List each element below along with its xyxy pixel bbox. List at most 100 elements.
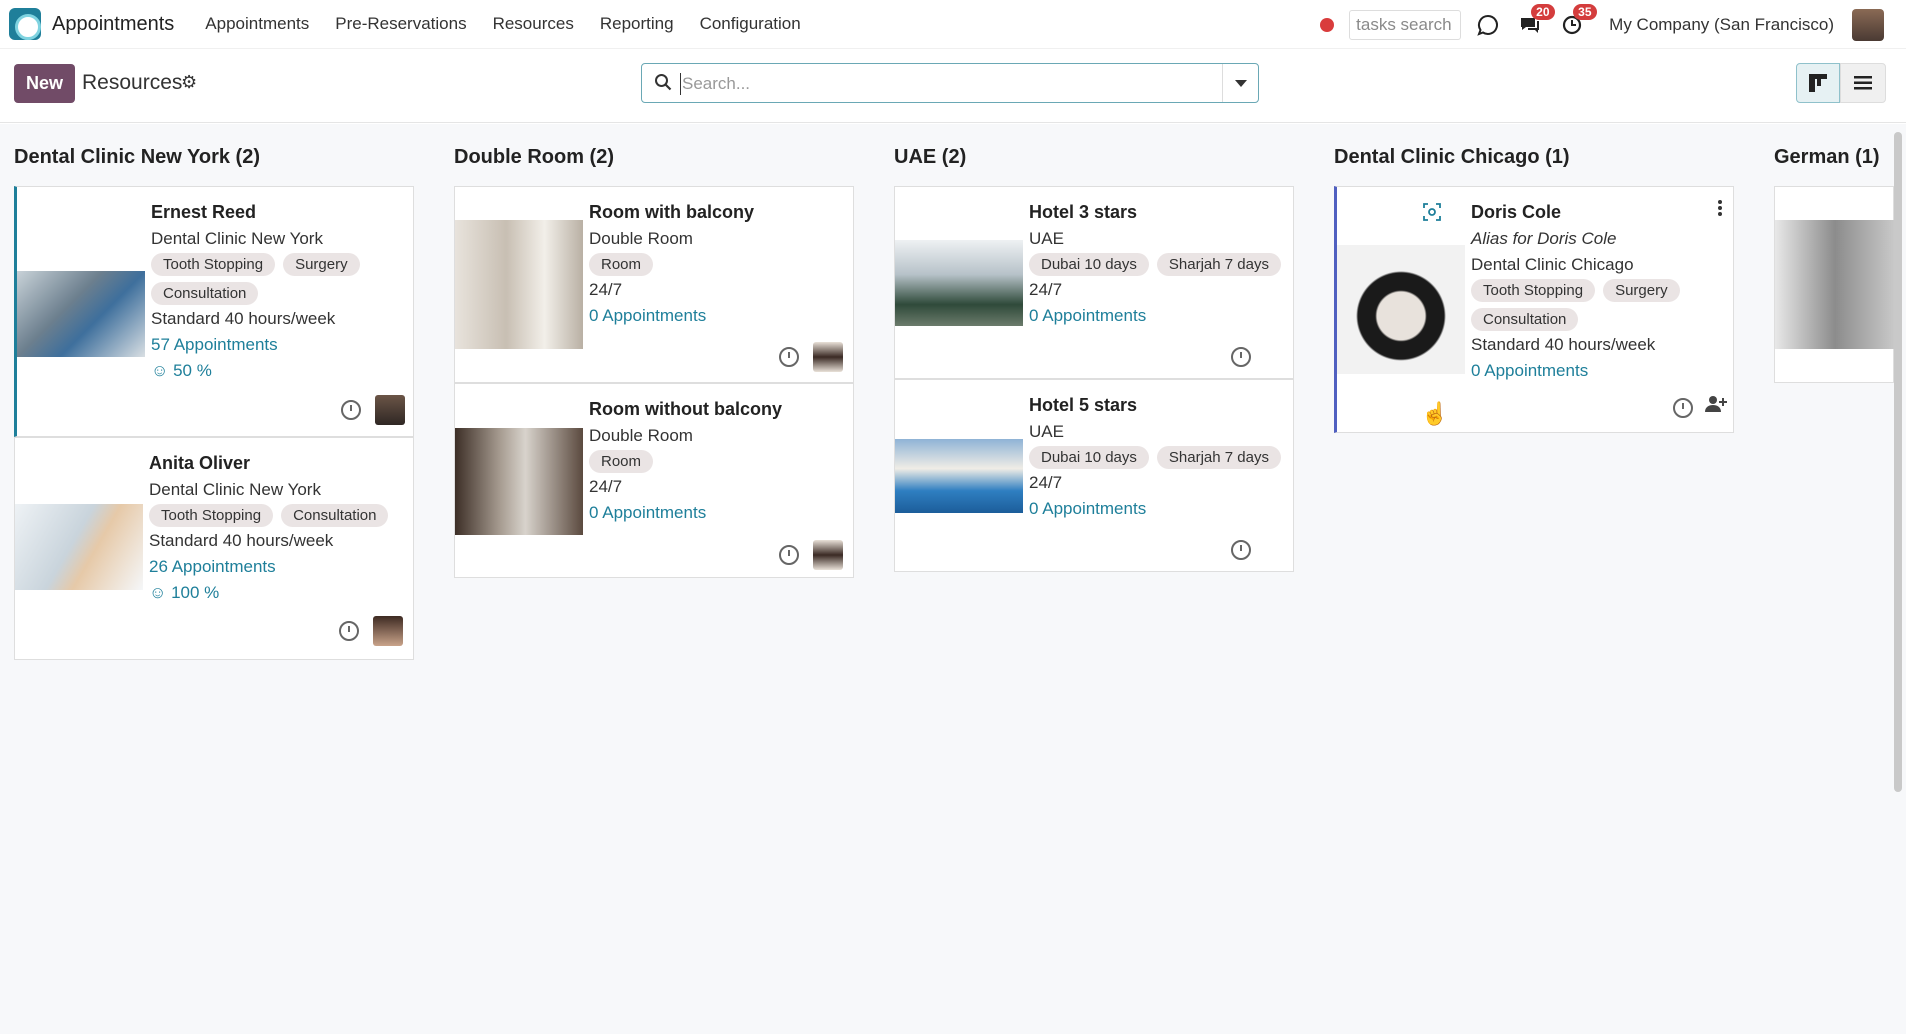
appointments-link[interactable]: 0 Appointments	[589, 303, 847, 329]
tag-list: Tooth Stopping Surgery Consultation	[151, 253, 407, 305]
card-info: Doris Cole Alias for Doris Cole Dental C…	[1471, 199, 1727, 384]
activity-clock-icon[interactable]: 35	[1559, 3, 1597, 38]
working-hours: 24/7	[1029, 280, 1063, 299]
appointments-link[interactable]: 0 Appointments	[589, 500, 847, 526]
avatar[interactable]	[373, 616, 403, 646]
appointments-link[interactable]: 57 Appointments	[151, 332, 407, 358]
control-panel: New Resources ⚙ Search...	[0, 49, 1906, 123]
resource-card[interactable]: Ernest Reed Dental Clinic New York Tooth…	[14, 186, 414, 437]
search-bar[interactable]: Search...	[641, 63, 1259, 103]
clock-icon[interactable]	[1231, 347, 1251, 367]
clock-icon[interactable]	[779, 545, 799, 565]
messages-icon[interactable]: 20	[1517, 3, 1555, 38]
resource-group: Double Room	[589, 426, 693, 445]
tasks-search-input[interactable]: tasks search	[1349, 9, 1462, 40]
gear-icon[interactable]: ⚙	[181, 72, 197, 93]
tag: Room	[589, 253, 654, 276]
user-avatar[interactable]	[1852, 8, 1884, 41]
appointments-link[interactable]: 26 Appointments	[149, 554, 407, 580]
resource-card[interactable]: Hotel 3 stars UAE Dubai 10 days Sharjah …	[894, 186, 1294, 379]
clock-icon[interactable]	[1673, 398, 1693, 418]
resource-photo	[15, 504, 143, 590]
menu-resources[interactable]: Resources	[493, 14, 574, 34]
resource-card[interactable]: Room without balcony Double Room Room 24…	[454, 383, 854, 578]
clock-icon[interactable]	[341, 400, 361, 420]
resource-card[interactable]: Room with balcony Double Room Room 24/7 …	[454, 186, 854, 383]
tag: Room	[589, 450, 654, 473]
resource-name: Room with balcony	[589, 202, 755, 222]
resource-group: Dental Clinic New York	[151, 229, 323, 248]
record-icon[interactable]	[1320, 17, 1335, 32]
appointments-link[interactable]: 0 Appointments	[1029, 496, 1287, 522]
messages-badge: 20	[1531, 3, 1555, 20]
avatar[interactable]	[813, 540, 843, 570]
clock-icon[interactable]	[339, 621, 359, 641]
resource-group: Dental Clinic Chicago	[1471, 255, 1634, 274]
menu-pre-reservations[interactable]: Pre-Reservations	[335, 14, 466, 34]
working-hours: 24/7	[589, 280, 623, 299]
app-logo-icon[interactable]	[9, 8, 41, 40]
resource-name: Anita Oliver	[149, 453, 251, 473]
new-button[interactable]: New	[14, 64, 76, 103]
resource-name: Hotel 5 stars	[1029, 395, 1138, 415]
kebab-menu-icon[interactable]	[1717, 199, 1723, 217]
company-switcher[interactable]: My Company (San Francisco)	[1609, 15, 1834, 35]
tag: Consultation	[151, 282, 259, 305]
working-hours: 24/7	[589, 477, 623, 496]
rating: ☺ 100 %	[149, 583, 220, 602]
tag-list: Dubai 10 days Sharjah 7 days	[1029, 446, 1287, 469]
tag: Sharjah 7 days	[1156, 253, 1281, 276]
card-info: Hotel 5 stars UAE Dubai 10 days Sharjah …	[1029, 392, 1287, 522]
app-title[interactable]: Appointments	[52, 13, 174, 36]
resource-card[interactable]: Hotel 5 stars UAE Dubai 10 days Sharjah …	[894, 379, 1294, 572]
kanban-board: Dental Clinic New York (2) Ernest Reed D…	[0, 124, 1906, 1034]
resource-card[interactable]: Doris Cole Alias for Doris Cole Dental C…	[1334, 186, 1734, 433]
clock-icon[interactable]	[779, 347, 799, 367]
card-info: Room without balcony Double Room Room 24…	[589, 396, 847, 526]
add-user-icon[interactable]	[1705, 395, 1727, 413]
resource-group: UAE	[1029, 422, 1064, 441]
menu-reporting[interactable]: Reporting	[600, 14, 674, 34]
systray: tasks search 20 35 My Company (San Franc…	[1320, 0, 1906, 49]
resource-group: Dental Clinic New York	[149, 480, 321, 499]
kanban-view-button[interactable]	[1796, 63, 1840, 103]
resource-name: Hotel 3 stars	[1029, 202, 1138, 222]
resource-name: Doris Cole	[1471, 202, 1562, 222]
tag-list: Room	[589, 253, 847, 276]
clock-icon[interactable]	[1231, 540, 1251, 560]
resource-group: Double Room	[589, 229, 693, 248]
appointments-link[interactable]: 0 Appointments	[1029, 303, 1287, 329]
working-hours: Standard 40 hours/week	[149, 531, 334, 550]
card-info: Anita Oliver Dental Clinic New York Toot…	[149, 450, 407, 606]
chat-icon[interactable]	[1475, 12, 1501, 38]
menu-configuration[interactable]: Configuration	[700, 14, 801, 34]
resource-card[interactable]: Anita Oliver Dental Clinic New York Toot…	[14, 437, 414, 660]
avatar[interactable]	[813, 342, 843, 372]
tag: Dubai 10 days	[1029, 446, 1149, 469]
resource-card[interactable]	[1774, 186, 1895, 383]
resource-name: Ernest Reed	[151, 202, 257, 222]
face-scan-icon[interactable]	[1417, 197, 1447, 227]
chevron-down-icon	[1234, 79, 1247, 87]
resource-photo	[1337, 245, 1465, 374]
list-view-button[interactable]	[1840, 63, 1886, 103]
vertical-scrollbar[interactable]	[1894, 132, 1902, 792]
search-icon	[655, 74, 672, 91]
avatar[interactable]	[375, 395, 405, 425]
column-title[interactable]: Dental Clinic Chicago (1)	[1334, 146, 1570, 169]
appointments-link[interactable]: 0 Appointments	[1471, 358, 1727, 384]
search-input[interactable]: Search...	[682, 74, 750, 94]
tag: Consultation	[1471, 308, 1579, 331]
activities-badge: 35	[1573, 3, 1597, 20]
column-title[interactable]: German (1)	[1774, 146, 1880, 169]
menu-appointments[interactable]: Appointments	[205, 14, 309, 34]
search-options-toggle[interactable]	[1222, 64, 1258, 102]
column-title[interactable]: Dental Clinic New York (2)	[14, 146, 260, 169]
column-title[interactable]: Double Room (2)	[454, 146, 614, 169]
tag-list: Tooth Stopping Surgery Consultation	[1471, 279, 1727, 331]
tag-list: Tooth Stopping Consultation	[149, 504, 407, 527]
column-title[interactable]: UAE (2)	[894, 146, 966, 169]
tag: Dubai 10 days	[1029, 253, 1149, 276]
resource-photo	[455, 220, 583, 349]
working-hours: Standard 40 hours/week	[151, 309, 336, 328]
